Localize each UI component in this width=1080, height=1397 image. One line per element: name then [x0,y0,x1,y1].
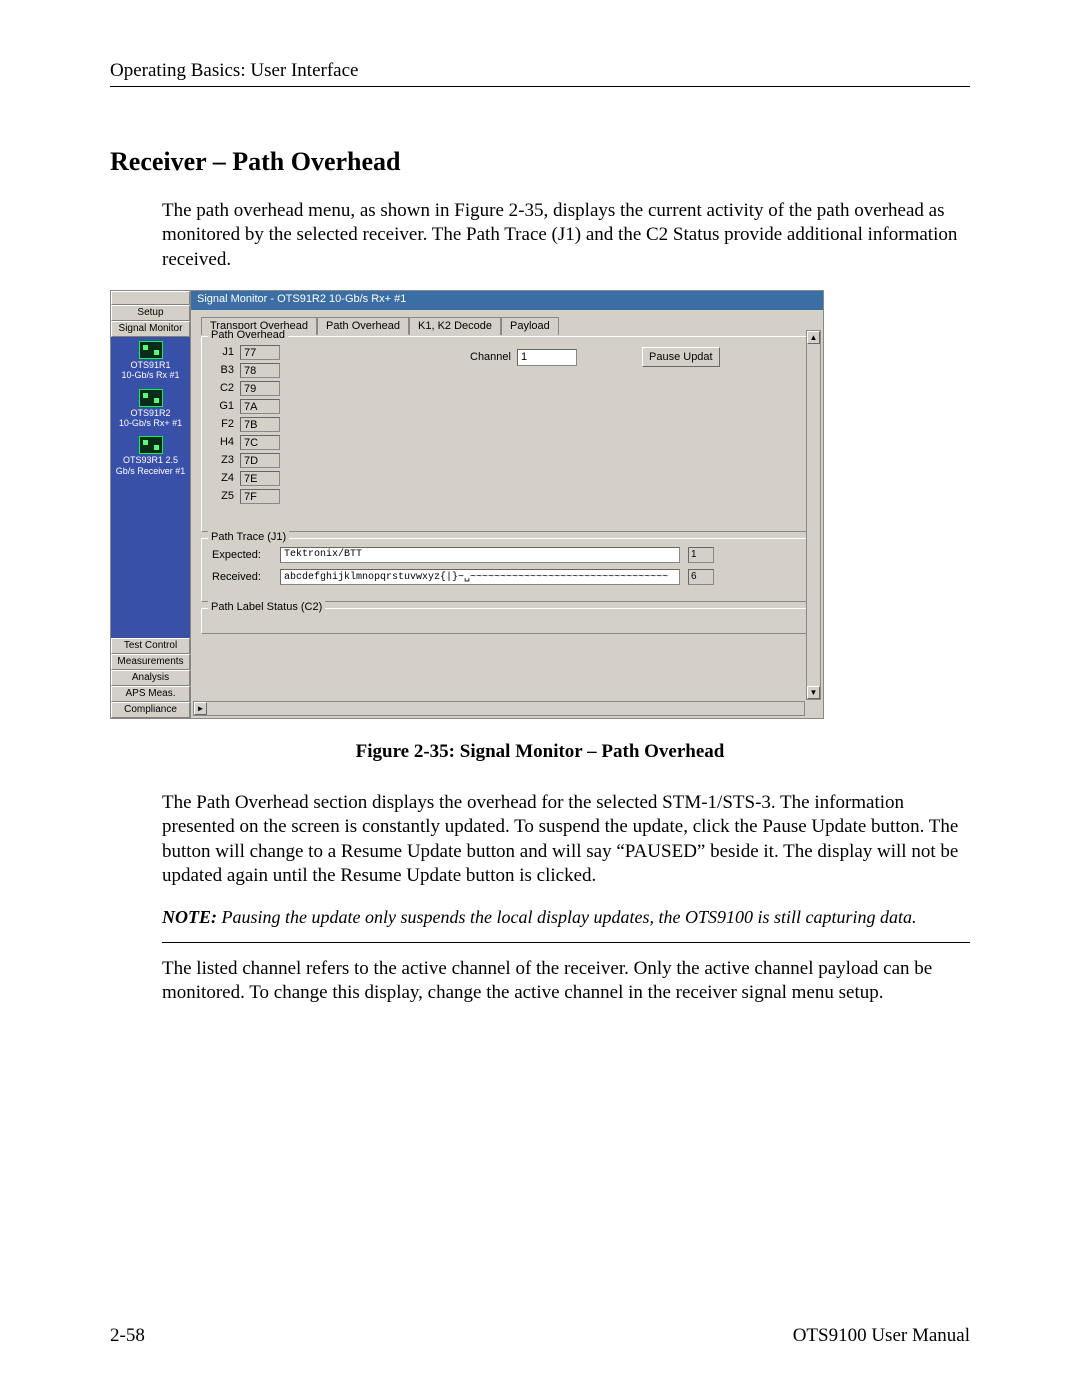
sidebar-analysis-button[interactable]: Analysis [111,670,190,686]
sidebar-aps-meas-button[interactable]: APS Meas. [111,686,190,702]
received-num: 6 [688,569,714,585]
scroll-down-icon[interactable]: ▼ [807,686,820,699]
sidebar-signal-monitor-button[interactable]: Signal Monitor [111,321,190,337]
poh-value: 79 [240,381,280,396]
tab-path-overhead[interactable]: Path Overhead [317,317,409,335]
device-item[interactable]: OTS91R2 10-Gb/s Rx+ #1 [111,389,190,429]
sidebar-grip[interactable] [111,291,190,305]
device-icon [139,341,163,359]
poh-key: G1 [212,400,234,412]
poh-key: J1 [212,346,234,358]
expected-label: Expected: [212,549,272,561]
channel-input[interactable]: 1 [517,349,577,366]
sidebar-measurements-button[interactable]: Measurements [111,654,190,670]
window-titlebar: Signal Monitor - OTS91R2 10-Gb/s Rx+ #1 [191,291,823,310]
manual-name: OTS9100 User Manual [793,1325,970,1347]
poh-value: 7B [240,417,280,432]
device-sub: Gb/s Receiver #1 [111,466,190,476]
channel-label: Channel [470,351,511,363]
path-label-status-group: Path Label Status (C2) [201,608,813,634]
poh-key: Z5 [212,490,234,502]
poh-value: 78 [240,363,280,378]
scroll-right-icon[interactable]: ► [194,702,207,715]
pause-update-button[interactable]: Pause Updat [642,347,720,367]
sidebar-test-control-button[interactable]: Test Control [111,638,190,654]
app-window: Setup Signal Monitor OTS91R1 10-Gb/s Rx … [110,290,824,719]
poh-key: Z3 [212,454,234,466]
device-name: OTS91R2 [111,408,190,418]
device-icon [139,436,163,454]
note: NOTE: Pausing the update only suspends t… [162,906,970,929]
device-name: OTS93R1 2.5 [111,455,190,465]
device-item[interactable]: OTS93R1 2.5 Gb/s Receiver #1 [111,436,190,476]
paragraph-3: The listed channel refers to the active … [162,957,970,1006]
expected-num: 1 [688,547,714,563]
device-name: OTS91R1 [111,360,190,370]
sidebar: Setup Signal Monitor OTS91R1 10-Gb/s Rx … [111,291,191,718]
note-label: NOTE: [162,907,217,927]
main-pane: Signal Monitor - OTS91R2 10-Gb/s Rx+ #1 … [191,291,823,718]
intro-paragraph: The path overhead menu, as shown in Figu… [162,199,970,272]
poh-value: 7D [240,453,280,468]
tab-k1k2-decode[interactable]: K1, K2 Decode [409,317,501,335]
paragraph-2: The Path Overhead section displays the o… [162,791,970,888]
poh-value: 7A [240,399,280,414]
poh-key: F2 [212,418,234,430]
path-overhead-group: Path Overhead J177 B378 C279 G17A F27B H… [201,336,813,532]
page-number: 2-58 [110,1325,145,1347]
poh-key: C2 [212,382,234,394]
tab-payload[interactable]: Payload [501,317,559,335]
path-label-status-legend: Path Label Status (C2) [208,601,325,613]
content-area: Transport Overhead Path Overhead K1, K2 … [191,310,823,718]
path-overhead-legend: Path Overhead [208,329,288,341]
figure-screenshot: Setup Signal Monitor OTS91R1 10-Gb/s Rx … [110,290,970,719]
device-sub: 10-Gb/s Rx #1 [111,370,190,380]
received-field: abcdefghijklmnopqrstuvwxyz{|}~␣~~~~~~~~~… [280,569,680,585]
section-title: Receiver – Path Overhead [110,147,970,177]
poh-value: 77 [240,345,280,360]
poh-value: 7C [240,435,280,450]
poh-key: Z4 [212,472,234,484]
page-header: Operating Basics: User Interface [110,60,970,82]
device-item[interactable]: OTS91R1 10-Gb/s Rx #1 [111,341,190,381]
device-sub: 10-Gb/s Rx+ #1 [111,418,190,428]
channel-block: Channel 1 [470,349,577,366]
poh-key: H4 [212,436,234,448]
header-rule [110,86,970,87]
page-footer: 2-58 OTS9100 User Manual [110,1325,970,1347]
expected-field[interactable]: Tektronix/BTT [280,547,680,563]
sidebar-setup-button[interactable]: Setup [111,305,190,321]
horizontal-scrollbar[interactable]: ◄ ► [193,701,805,716]
tab-strip: Transport Overhead Path Overhead K1, K2 … [201,316,813,334]
path-trace-group: Path Trace (J1) Expected: Tektronix/BTT … [201,538,813,602]
poh-value: 7F [240,489,280,504]
sidebar-compliance-button[interactable]: Compliance [111,702,190,718]
device-icon [139,389,163,407]
note-body: Pausing the update only suspends the loc… [217,907,916,927]
vertical-scrollbar[interactable]: ▲ ▼ [806,330,821,700]
poh-value: 7E [240,471,280,486]
device-list: OTS91R1 10-Gb/s Rx #1 OTS91R2 10-Gb/s Rx… [111,337,190,638]
received-label: Received: [212,571,272,583]
figure-caption: Figure 2-35: Signal Monitor – Path Overh… [110,741,970,763]
note-rule [162,942,970,943]
scroll-up-icon[interactable]: ▲ [807,331,820,344]
path-trace-legend: Path Trace (J1) [208,531,289,543]
poh-key: B3 [212,364,234,376]
